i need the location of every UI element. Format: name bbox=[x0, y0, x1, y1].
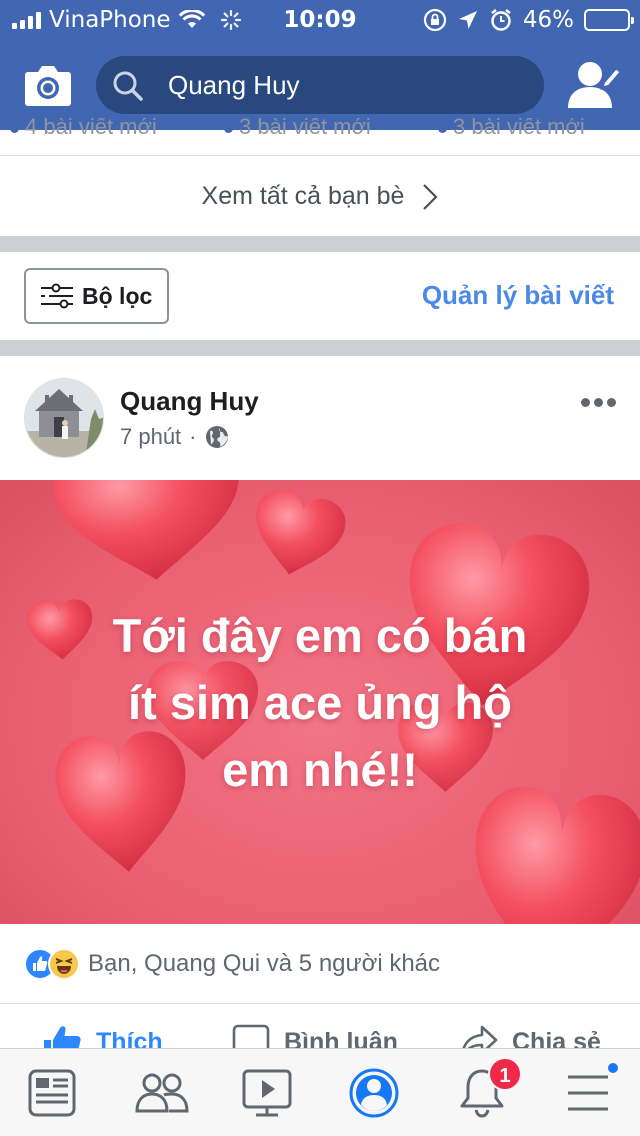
friend-activity-item[interactable]: 3 bài viết mới bbox=[438, 118, 585, 140]
post-header: Quang Huy 7 phút · bbox=[0, 356, 640, 480]
like-label: Thích bbox=[96, 1027, 163, 1051]
reactions-summary[interactable]: Bạn, Quang Qui và 5 người khác bbox=[0, 924, 640, 1004]
rotation-lock-icon bbox=[423, 8, 446, 32]
share-label: Chia sẻ bbox=[512, 1027, 601, 1051]
post-message-line: Tới đây em có bán bbox=[112, 609, 528, 662]
reactions-text: Bạn, Quang Qui và 5 người khác bbox=[88, 950, 441, 977]
post-image[interactable]: Tới đây em có bán ít sim ace ủng hộ em n… bbox=[0, 480, 640, 924]
comment-button[interactable]: Bình luận bbox=[232, 1024, 398, 1050]
like-icon bbox=[44, 1026, 81, 1050]
search-bar[interactable]: Quang Huy bbox=[96, 56, 544, 114]
avatar-photo bbox=[25, 379, 103, 457]
comment-icon bbox=[232, 1024, 270, 1050]
menu-icon bbox=[568, 1075, 608, 1111]
alarm-icon bbox=[491, 9, 511, 31]
post-meta: 7 phút · bbox=[120, 424, 229, 450]
avatar[interactable] bbox=[24, 378, 104, 458]
more-options-button[interactable] bbox=[578, 392, 618, 412]
profile-edit-icon[interactable] bbox=[568, 60, 622, 110]
battery-icon bbox=[584, 9, 634, 31]
post-author[interactable]: Quang Huy bbox=[120, 386, 259, 417]
like-button[interactable]: Thích bbox=[42, 1024, 163, 1050]
share-button[interactable]: Chia sẻ bbox=[460, 1024, 601, 1050]
location-icon bbox=[458, 11, 477, 29]
post-message: Tới đây em có bán ít sim ace ủng hộ em n… bbox=[0, 602, 640, 803]
post-message-line: ít sim ace ủng hộ bbox=[128, 676, 512, 729]
meta-separator: · bbox=[189, 424, 197, 449]
profile-icon[interactable] bbox=[348, 1067, 404, 1119]
bottom-tab-bar: 1 bbox=[0, 1048, 640, 1136]
battery-percent: 46% bbox=[522, 7, 574, 33]
notification-badge: 1 bbox=[488, 1057, 522, 1091]
section-divider bbox=[0, 340, 640, 356]
section-divider bbox=[0, 236, 640, 252]
search-input[interactable]: Quang Huy bbox=[168, 70, 300, 101]
post-time[interactable]: 7 phút bbox=[120, 424, 181, 450]
chevron-right-icon bbox=[423, 183, 439, 210]
friend-activity-item[interactable]: 4 bài viết mới bbox=[10, 118, 157, 140]
top-nav-bar: Quang Huy bbox=[0, 40, 640, 130]
menu-new-dot bbox=[606, 1061, 620, 1075]
filter-button[interactable]: Bộ lọc bbox=[24, 268, 169, 324]
haha-reaction-icon bbox=[48, 948, 80, 980]
filter-sliders-icon bbox=[41, 283, 73, 309]
notifications-tab[interactable]: 1 bbox=[454, 1057, 522, 1119]
manage-posts-link[interactable]: Quản lý bài viết bbox=[422, 280, 614, 311]
more-dot-icon bbox=[606, 397, 616, 407]
search-icon bbox=[113, 71, 143, 101]
friend-activity-item[interactable]: 3 bài viết mới bbox=[224, 118, 371, 140]
globe-icon[interactable] bbox=[205, 425, 229, 449]
see-all-friends-button[interactable]: Xem tất cả bạn bè bbox=[0, 157, 640, 236]
news-feed-icon[interactable] bbox=[26, 1067, 82, 1119]
filter-label: Bộ lọc bbox=[82, 282, 153, 309]
comment-label: Bình luận bbox=[284, 1027, 398, 1051]
friends-icon[interactable] bbox=[134, 1067, 190, 1119]
camera-icon[interactable] bbox=[24, 62, 72, 108]
see-all-friends-label: Xem tất cả bạn bè bbox=[201, 182, 405, 210]
post-message-line: em nhé!! bbox=[222, 743, 418, 796]
status-bar: VinaPhone 10:09 46% bbox=[0, 0, 640, 40]
watch-icon[interactable] bbox=[240, 1067, 296, 1119]
menu-tab[interactable] bbox=[562, 1061, 620, 1119]
more-dot-icon bbox=[580, 397, 590, 407]
filter-row: Bộ lọc Quản lý bài viết bbox=[0, 252, 640, 340]
friend-activity-strip: 4 bài viết mới 3 bài viết mới 3 bài viết… bbox=[0, 118, 640, 156]
post-actions: Thích Bình luận Chia sẻ bbox=[0, 1006, 640, 1050]
more-dot-icon bbox=[593, 397, 603, 407]
share-icon bbox=[461, 1025, 498, 1050]
